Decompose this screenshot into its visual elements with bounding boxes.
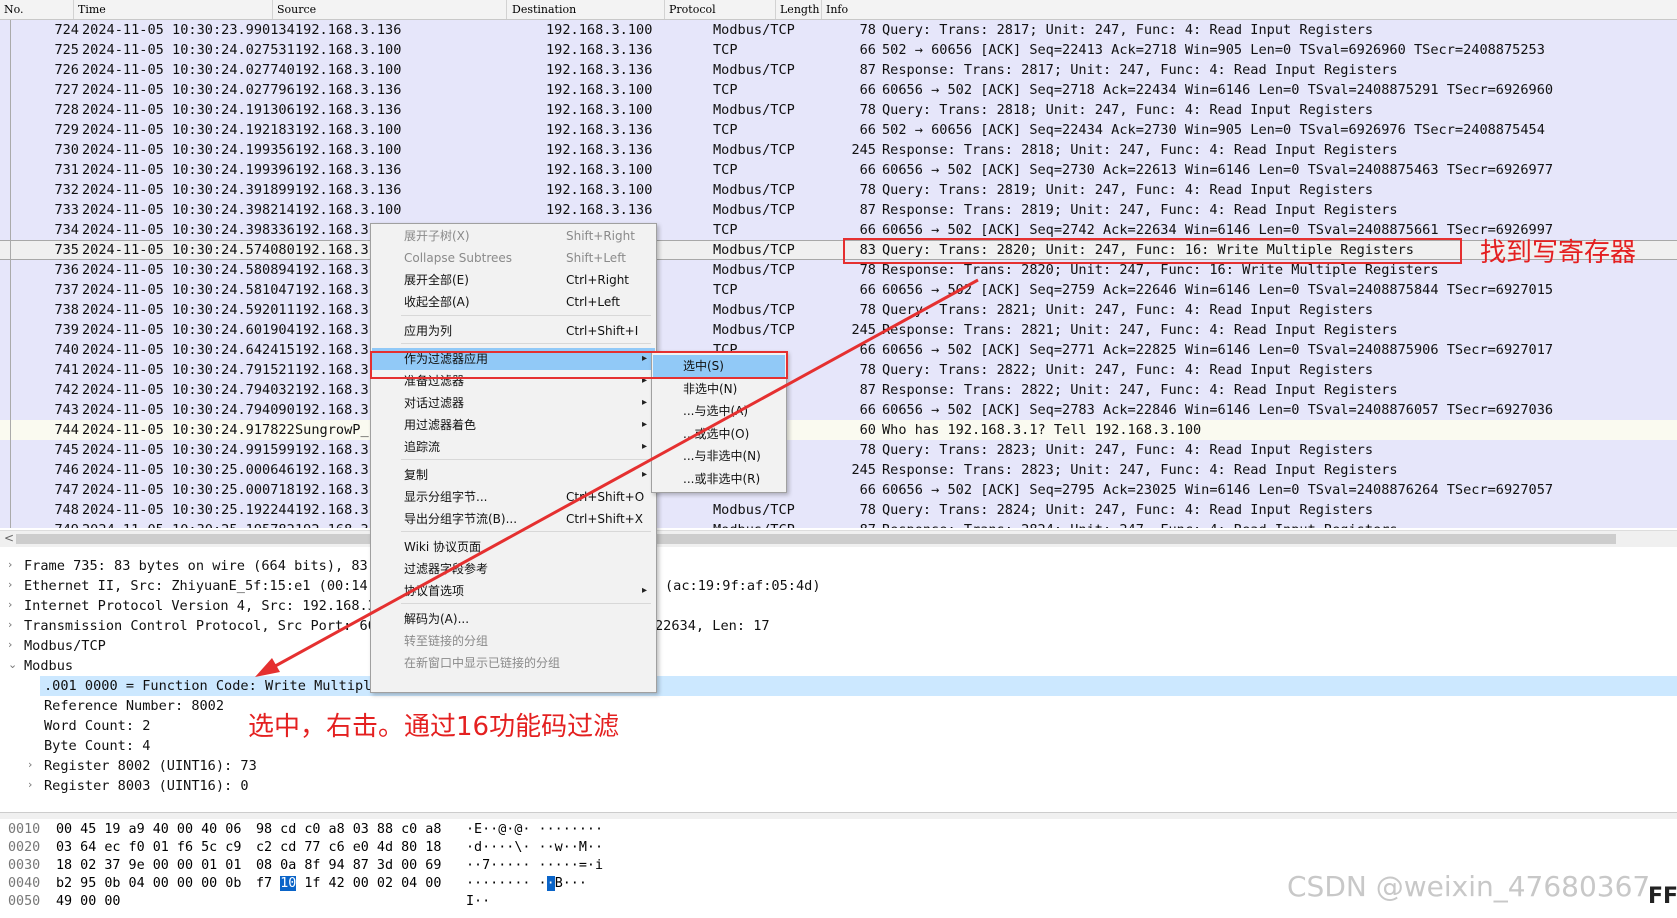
annotation-instruction: 选中，右击。通过16功能码过滤 [248,712,620,742]
annotation-arrow [255,278,979,677]
watermark: CSDN @weixin_47680367 [1287,870,1651,903]
corner-text: FF [1648,884,1677,909]
arrowhead-icon [255,658,280,677]
arrow-line [267,278,979,672]
